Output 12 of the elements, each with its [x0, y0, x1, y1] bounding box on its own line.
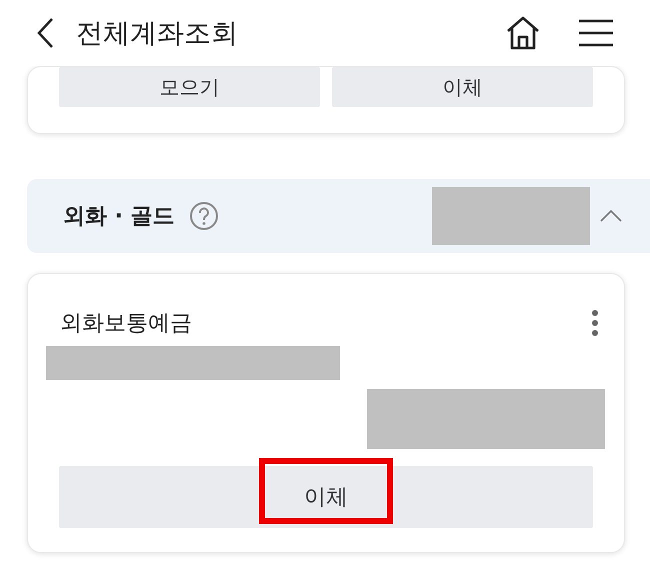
menu-icon[interactable] — [578, 18, 614, 48]
section-title: 외화 · 골드 — [63, 203, 175, 231]
page-title: 전체계좌조회 — [76, 17, 239, 51]
card-action-button[interactable]: 이체 — [332, 67, 593, 107]
back-icon[interactable] — [36, 17, 54, 49]
card-action-button[interactable]: 모으기 — [59, 67, 320, 107]
transfer-button[interactable]: 이체 — [59, 466, 593, 528]
account-name: 외화보통예금 — [60, 310, 192, 338]
help-icon[interactable] — [188, 201, 219, 231]
chevron-up-icon[interactable] — [600, 209, 622, 223]
section-header[interactable]: 외화 · 골드 — [27, 179, 650, 253]
more-icon[interactable] — [591, 309, 599, 337]
